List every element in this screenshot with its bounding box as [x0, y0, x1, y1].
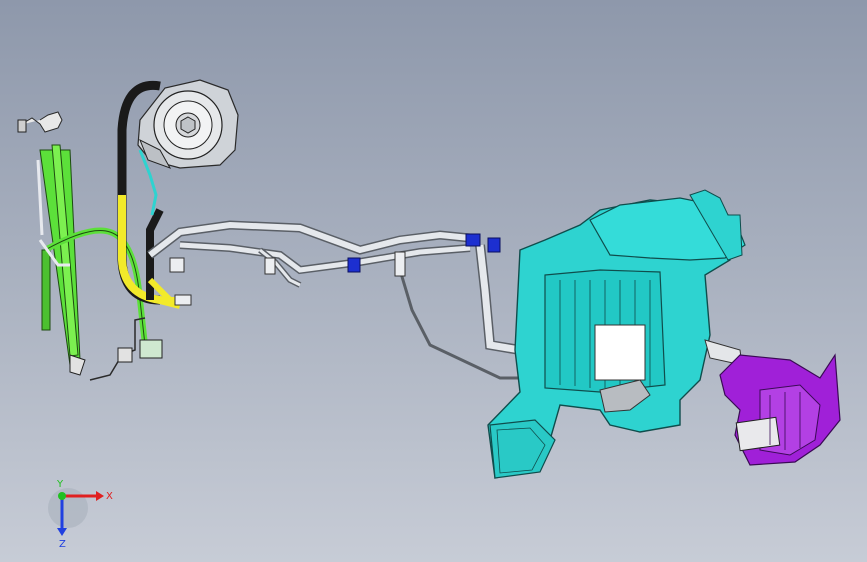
top-valve-cap — [17, 119, 27, 133]
triad-origin-shadow — [48, 488, 88, 528]
compressor[interactable] — [137, 79, 239, 169]
thin-drain-line — [398, 269, 520, 380]
triad-x-arrow-icon — [96, 491, 104, 501]
pipe-clip-4 — [394, 251, 406, 277]
blue-clamp-1 — [347, 257, 361, 273]
hvac-white-panel — [594, 324, 646, 381]
triad-z-label: Z — [59, 539, 66, 550]
bottom-fitting-left — [69, 354, 86, 376]
triad-z-arrow-icon — [57, 528, 67, 536]
triad-x-label: X — [106, 491, 113, 502]
hvac-unit[interactable] — [487, 189, 746, 479]
blue-clamp-2 — [465, 233, 481, 247]
coordinate-triad: X Y Z — [48, 479, 113, 550]
refrigerant-pipes[interactable] — [147, 220, 521, 380]
fitting-box-2 — [117, 347, 133, 363]
lower-left-fittings — [89, 317, 163, 381]
fitting-box-1 — [139, 339, 163, 359]
cad-viewport[interactable]: X Y Z — [0, 0, 867, 562]
pipe-clip-1 — [169, 257, 185, 273]
compressor-hub-icon — [180, 116, 196, 134]
green-lower-bracket — [41, 249, 51, 331]
blue-clamp-3 — [487, 237, 501, 253]
pipe-clip-2 — [174, 294, 192, 306]
pipe-clip-3 — [264, 257, 276, 275]
triad-y-label: Y — [56, 479, 64, 490]
blower-assembly[interactable] — [719, 353, 841, 466]
triad-y-axis-icon — [58, 492, 66, 500]
assembly-scene: X Y Z — [17, 79, 841, 550]
blower-white-insert — [735, 416, 781, 452]
